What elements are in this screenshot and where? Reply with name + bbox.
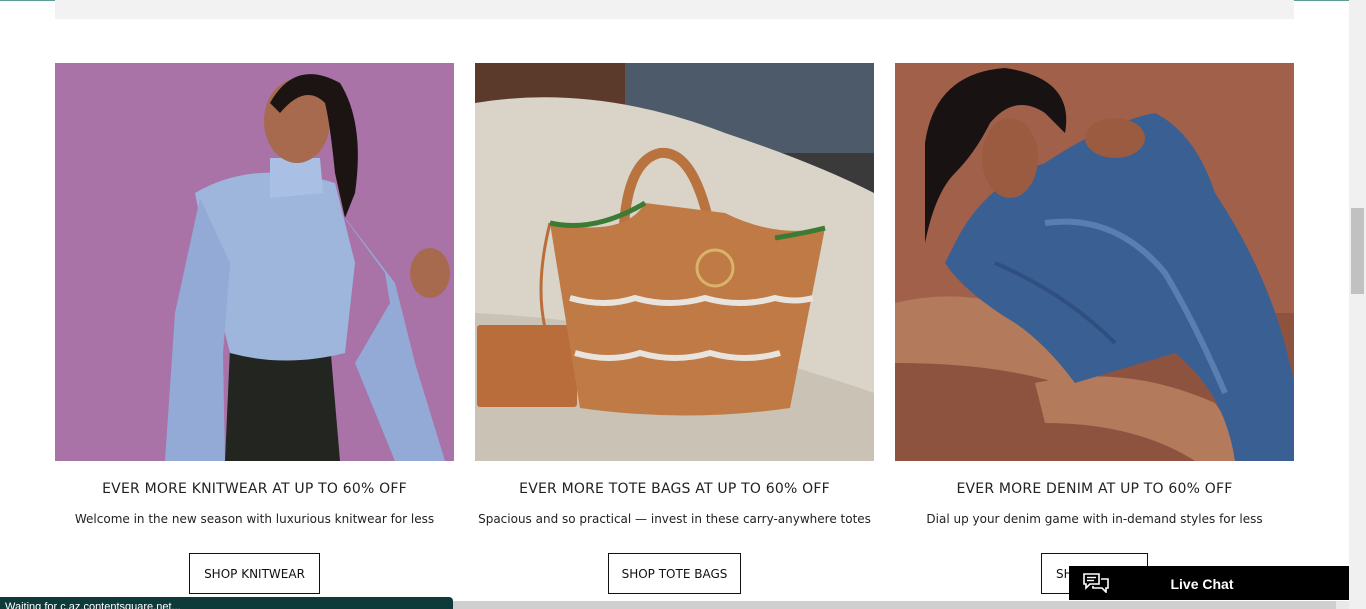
browser-status-bar: Waiting for c.az.contentsquare.net...: [0, 597, 453, 609]
denim-image[interactable]: [895, 63, 1294, 461]
promo-card-tote-bags: EVER MORE TOTE BAGS AT UP TO 60% OFF Spa…: [475, 63, 874, 594]
card-title: EVER MORE TOTE BAGS AT UP TO 60% OFF: [519, 481, 830, 497]
vertical-scrollbar[interactable]: [1349, 0, 1366, 609]
card-subtitle: Spacious and so practical — invest in th…: [478, 512, 871, 526]
live-chat-button[interactable]: Live Chat: [1069, 566, 1349, 600]
shop-knitwear-button[interactable]: SHOP KNITWEAR: [189, 553, 320, 594]
horizontal-scrollbar-arrow[interactable]: [1336, 601, 1349, 609]
card-title: EVER MORE KNITWEAR AT UP TO 60% OFF: [102, 481, 407, 497]
shop-tote-bags-button[interactable]: SHOP TOTE BAGS: [608, 553, 741, 594]
previous-section-band: [55, 0, 1294, 19]
live-chat-label: Live Chat: [1170, 576, 1234, 592]
tote-bag-image[interactable]: [475, 63, 874, 461]
card-title: EVER MORE DENIM AT UP TO 60% OFF: [956, 481, 1233, 497]
promo-card-knitwear: EVER MORE KNITWEAR AT UP TO 60% OFF Welc…: [55, 63, 454, 594]
promo-card-denim: EVER MORE DENIM AT UP TO 60% OFF Dial up…: [895, 63, 1294, 594]
status-text: Waiting for c.az.contentsquare.net...: [5, 601, 181, 609]
vertical-scrollbar-thumb[interactable]: [1351, 208, 1364, 294]
knitwear-image[interactable]: [55, 63, 454, 461]
card-subtitle: Dial up your denim game with in-demand s…: [926, 512, 1263, 526]
card-subtitle: Welcome in the new season with luxurious…: [74, 512, 435, 526]
horizontal-scrollbar[interactable]: [453, 601, 1349, 609]
